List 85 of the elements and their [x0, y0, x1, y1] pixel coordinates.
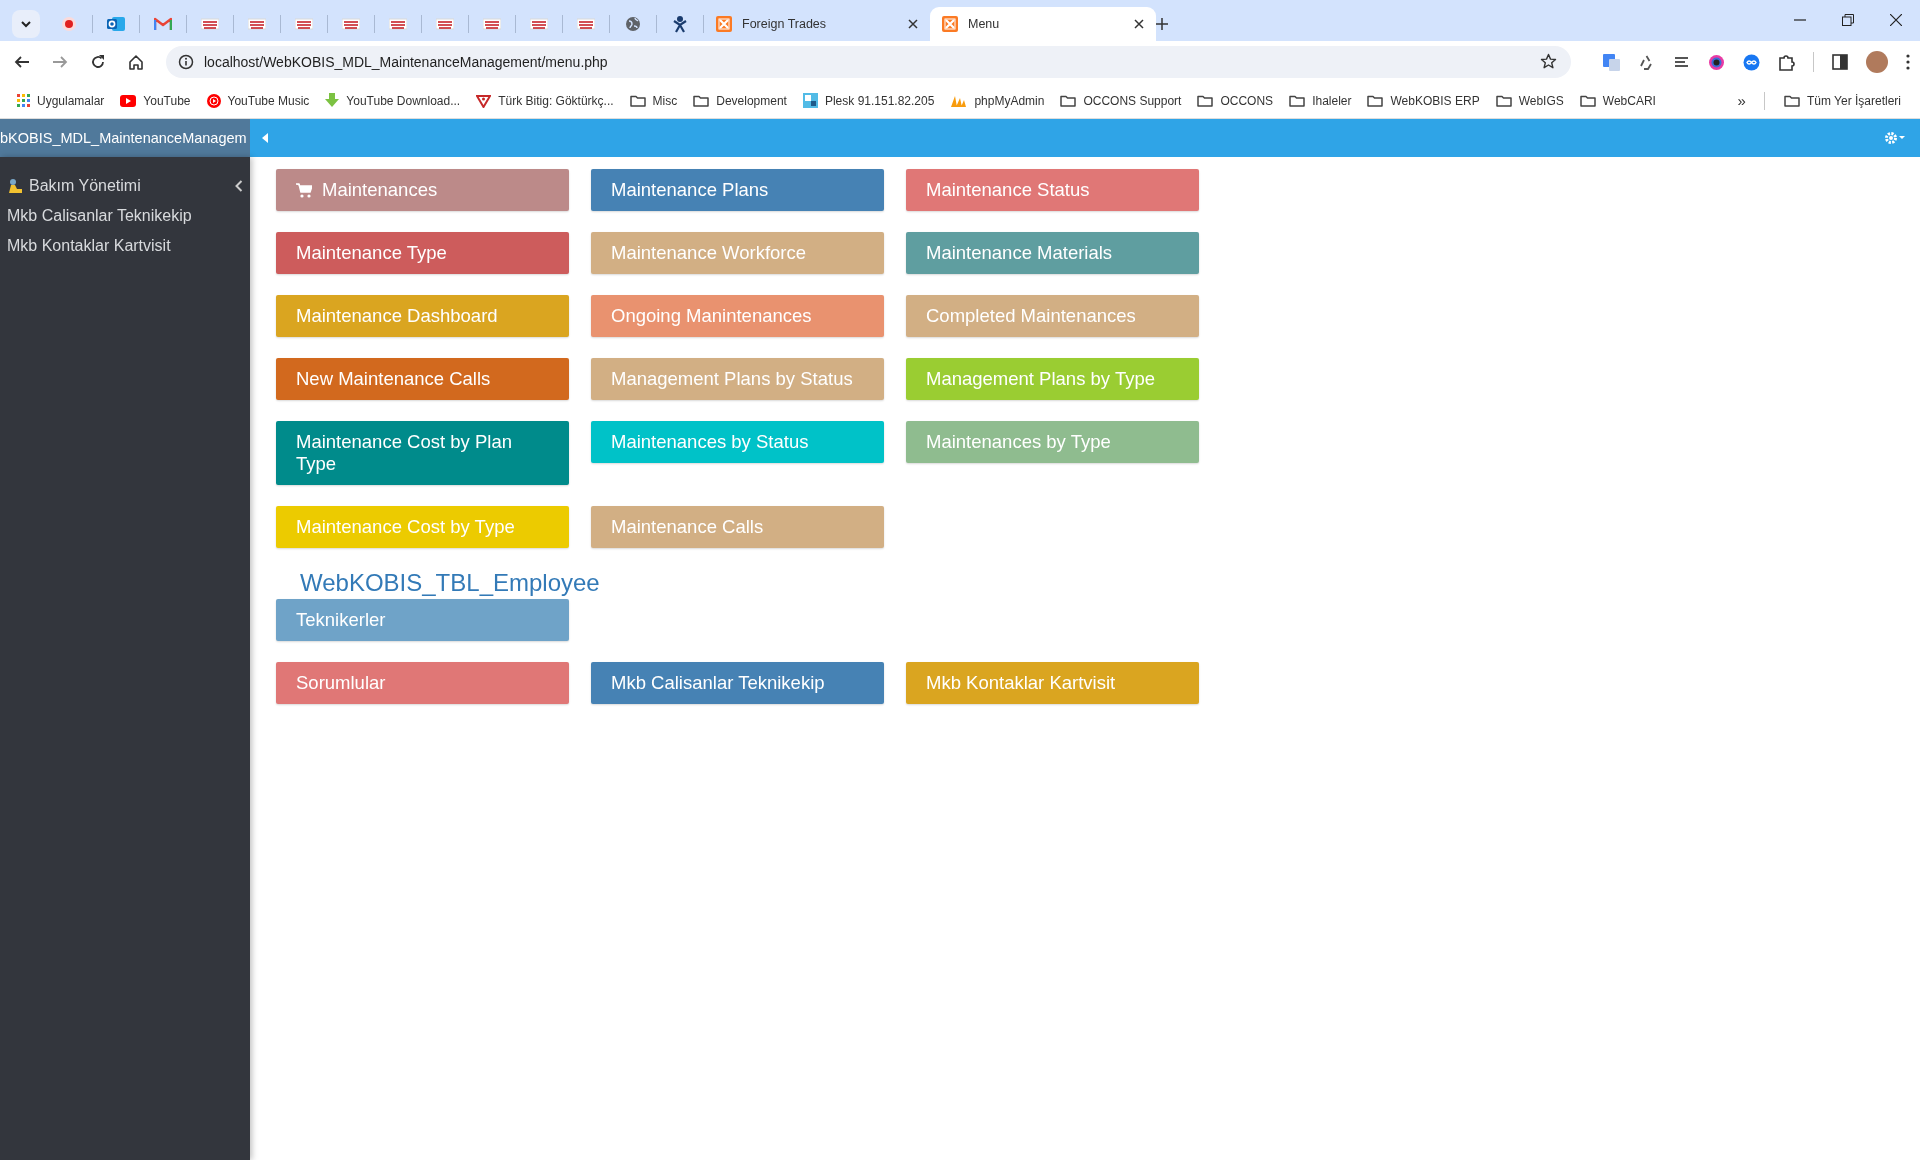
- avatar[interactable]: [1866, 51, 1888, 73]
- more-bookmarks-button[interactable]: »: [1733, 92, 1750, 109]
- home-icon[interactable]: [128, 54, 144, 70]
- site-logo-icon: [248, 17, 266, 31]
- bookmark[interactable]: YouTube Download...: [320, 93, 466, 108]
- close-icon[interactable]: [1890, 14, 1902, 26]
- globe-icon: [625, 16, 641, 32]
- section-heading: WebKOBIS_TBL_Employee: [300, 569, 601, 597]
- bitig-logo-icon: [476, 93, 492, 108]
- app-logo-icon: [942, 16, 958, 32]
- folder-icon: [1060, 94, 1077, 107]
- bookmark[interactable]: Development: [688, 93, 792, 108]
- plesk-logo-icon: [802, 93, 818, 108]
- mail-app-icon: [107, 16, 125, 32]
- bookmark[interactable]: phpMyAdmin: [945, 93, 1050, 108]
- bookmark[interactable]: YouTube: [115, 93, 196, 108]
- site-logo-icon: [295, 17, 313, 31]
- tab-search-button[interactable]: [12, 10, 40, 38]
- apps-grid-icon: [17, 94, 30, 107]
- bookmark[interactable]: YouTube Music: [201, 93, 315, 108]
- plus-icon[interactable]: [1156, 18, 1168, 30]
- color-ring-icon[interactable]: [1708, 53, 1725, 71]
- all-bookmarks[interactable]: Tüm Yer İşaretleri: [1778, 93, 1906, 108]
- bookmark[interactable]: WebIGS: [1490, 93, 1569, 108]
- star-icon[interactable]: [1540, 53, 1557, 70]
- bookmark[interactable]: Türk Bitig: Göktürkç...: [471, 93, 619, 108]
- reload-icon[interactable]: [90, 54, 106, 70]
- browser-tab[interactable]: Menu: [930, 7, 1156, 41]
- sidebar-item[interactable]: Mkb Calisanlar Teknikekip: [0, 201, 250, 231]
- site-logo-icon: [342, 17, 360, 31]
- menu-button[interactable]: Maintenance Type: [276, 232, 569, 274]
- record-icon: [61, 16, 77, 32]
- more-icon[interactable]: [1906, 54, 1910, 70]
- site-logo-icon: [483, 17, 501, 31]
- download-arrow-icon: [325, 93, 340, 108]
- folder-icon: [629, 94, 646, 107]
- folder-icon: [1197, 94, 1214, 107]
- cart-icon: [296, 182, 312, 198]
- site-logo-icon: [530, 17, 548, 31]
- folder-icon: [1289, 94, 1306, 107]
- menu-button[interactable]: Maintenance Cost by Plan Type: [276, 421, 569, 485]
- bookmark[interactable]: WebCARI: [1574, 93, 1661, 108]
- bookmark[interactable]: Ihaleler: [1284, 93, 1357, 108]
- figure-icon: [672, 15, 688, 33]
- bookmark[interactable]: WebKOBIS ERP: [1362, 93, 1485, 108]
- bookmark[interactable]: Plesk 91.151.82.205: [797, 93, 940, 108]
- play-circle-icon: [206, 93, 221, 108]
- settings-icon[interactable]: [1884, 131, 1906, 145]
- app-title: bKOBIS_MDL_MaintenanceManagem: [0, 130, 247, 146]
- restore-icon[interactable]: [1842, 14, 1854, 26]
- folder-icon: [1495, 94, 1512, 107]
- menu-button[interactable]: New Maintenance Calls: [276, 358, 569, 400]
- worker-icon: [7, 178, 23, 194]
- folder-icon: [1783, 94, 1800, 107]
- info-icon: [178, 54, 194, 70]
- play-icon: [120, 94, 137, 107]
- site-logo-icon: [577, 17, 595, 31]
- site-logo-icon: [201, 17, 219, 31]
- back-icon[interactable]: [14, 54, 30, 70]
- folder-icon: [1579, 94, 1596, 107]
- menu-button[interactable]: Mkb Calisanlar Teknikekip: [591, 662, 884, 704]
- sidebar-item[interactable]: Mkb Kontaklar Kartvisit: [0, 231, 250, 261]
- browser-tab[interactable]: Foreign Trades: [704, 7, 930, 41]
- url-field[interactable]: localhost/WebKOBIS_MDL_MaintenanceManagement/menu.php: [166, 46, 1571, 78]
- site-logo-icon: [436, 17, 454, 31]
- sidebar-item[interactable]: Bakım Yönetimi: [0, 171, 250, 201]
- puzzle-icon[interactable]: [1778, 53, 1795, 71]
- menu-button[interactable]: Maintenance Plans: [591, 169, 884, 211]
- forward-icon[interactable]: [52, 54, 68, 70]
- side-panel-icon[interactable]: [1832, 54, 1848, 70]
- mail-icon: [154, 17, 172, 31]
- infinity-icon[interactable]: [1743, 53, 1760, 71]
- sidebar-toggle-icon[interactable]: [262, 133, 269, 143]
- site-logo-icon: [389, 17, 407, 31]
- close-icon[interactable]: [1134, 19, 1144, 29]
- folder-icon: [693, 94, 710, 107]
- chevron-down-icon: [21, 20, 31, 28]
- bookmark[interactable]: Misc: [624, 93, 683, 108]
- folder-icon: [1367, 94, 1384, 107]
- app-logo-icon: [716, 16, 732, 32]
- bookmark[interactable]: OCCONS Support: [1055, 93, 1187, 108]
- close-icon[interactable]: [908, 19, 918, 29]
- bookmark[interactable]: Uygulamalar: [12, 93, 110, 108]
- bookmark[interactable]: OCCONS: [1192, 93, 1279, 108]
- translate-icon[interactable]: [1603, 53, 1620, 71]
